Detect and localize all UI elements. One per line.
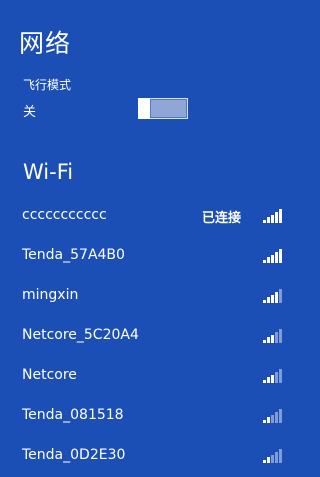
signal-bar — [275, 251, 278, 263]
signal-bar — [263, 300, 266, 303]
network-item[interactable]: Netcore — [0, 356, 305, 396]
network-name: ccccccccccc — [22, 207, 107, 223]
signal-bar — [271, 454, 274, 463]
signal-bar — [263, 420, 266, 423]
network-item[interactable]: Tenda_0D2E30 — [0, 436, 305, 476]
signal-bar — [279, 209, 282, 223]
signal-bar — [263, 460, 266, 463]
network-item[interactable]: Tenda_57A4B0 — [0, 236, 305, 276]
network-item[interactable]: Tenda_081518 — [0, 396, 305, 436]
signal-bar — [275, 331, 278, 343]
network-item[interactable]: Netcore_5C20A4 — [0, 316, 305, 356]
signal-bar — [271, 414, 274, 423]
signal-bar — [271, 294, 274, 303]
signal-bar — [267, 297, 270, 303]
network-name: Tenda_57A4B0 — [22, 247, 125, 263]
signal-bar — [271, 334, 274, 343]
network-name: Tenda_0D2E30 — [22, 447, 126, 463]
wifi-signal-icon — [263, 409, 283, 423]
airplane-mode-toggle[interactable] — [138, 98, 188, 119]
network-flyout: 网络 飞行模式 关 Wi-Fi ccccccccccc 已连接 Tenda_57… — [0, 0, 305, 477]
signal-bar — [271, 254, 274, 263]
signal-bar — [279, 449, 282, 463]
signal-bar — [267, 257, 270, 263]
signal-bar — [267, 417, 270, 423]
network-name: mingxin — [22, 287, 79, 303]
signal-bar — [279, 409, 282, 423]
wifi-section-header: Wi-Fi — [23, 160, 74, 184]
signal-bar — [263, 340, 266, 343]
signal-bar — [271, 374, 274, 383]
toggle-track — [151, 100, 186, 117]
signal-bar — [267, 457, 270, 463]
signal-bar — [279, 249, 282, 263]
signal-bar — [263, 260, 266, 263]
signal-bar — [279, 289, 282, 303]
network-item[interactable]: ccccccccccc 已连接 — [0, 196, 305, 236]
signal-bar — [275, 371, 278, 383]
signal-bar — [275, 211, 278, 223]
signal-bar — [267, 217, 270, 223]
wifi-signal-icon — [263, 209, 283, 223]
wifi-signal-icon — [263, 249, 283, 263]
network-item[interactable]: mingxin — [0, 276, 305, 316]
wifi-signal-icon — [263, 449, 283, 463]
network-name: Netcore_5C20A4 — [22, 327, 139, 343]
airplane-mode-state: 关 — [23, 105, 37, 120]
signal-bar — [279, 329, 282, 343]
network-name: Tenda_081518 — [22, 407, 124, 423]
signal-bar — [267, 337, 270, 343]
network-list: ccccccccccc 已连接 Tenda_57A4B0 mingxin Net… — [0, 196, 305, 476]
airplane-mode-label: 飞行模式 — [23, 78, 72, 92]
signal-bar — [267, 377, 270, 383]
signal-bar — [275, 411, 278, 423]
network-name: Netcore — [22, 367, 77, 383]
wifi-signal-icon — [263, 369, 283, 383]
toggle-knob — [138, 98, 150, 119]
wifi-signal-icon — [263, 329, 283, 343]
panel-title: 网络 — [19, 29, 72, 58]
signal-bar — [271, 214, 274, 223]
connection-status: 已连接 — [202, 211, 242, 226]
signal-bar — [275, 451, 278, 463]
wifi-signal-icon — [263, 289, 283, 303]
signal-bar — [279, 369, 282, 383]
signal-bar — [263, 380, 266, 383]
signal-bar — [275, 291, 278, 303]
signal-bar — [263, 220, 266, 223]
